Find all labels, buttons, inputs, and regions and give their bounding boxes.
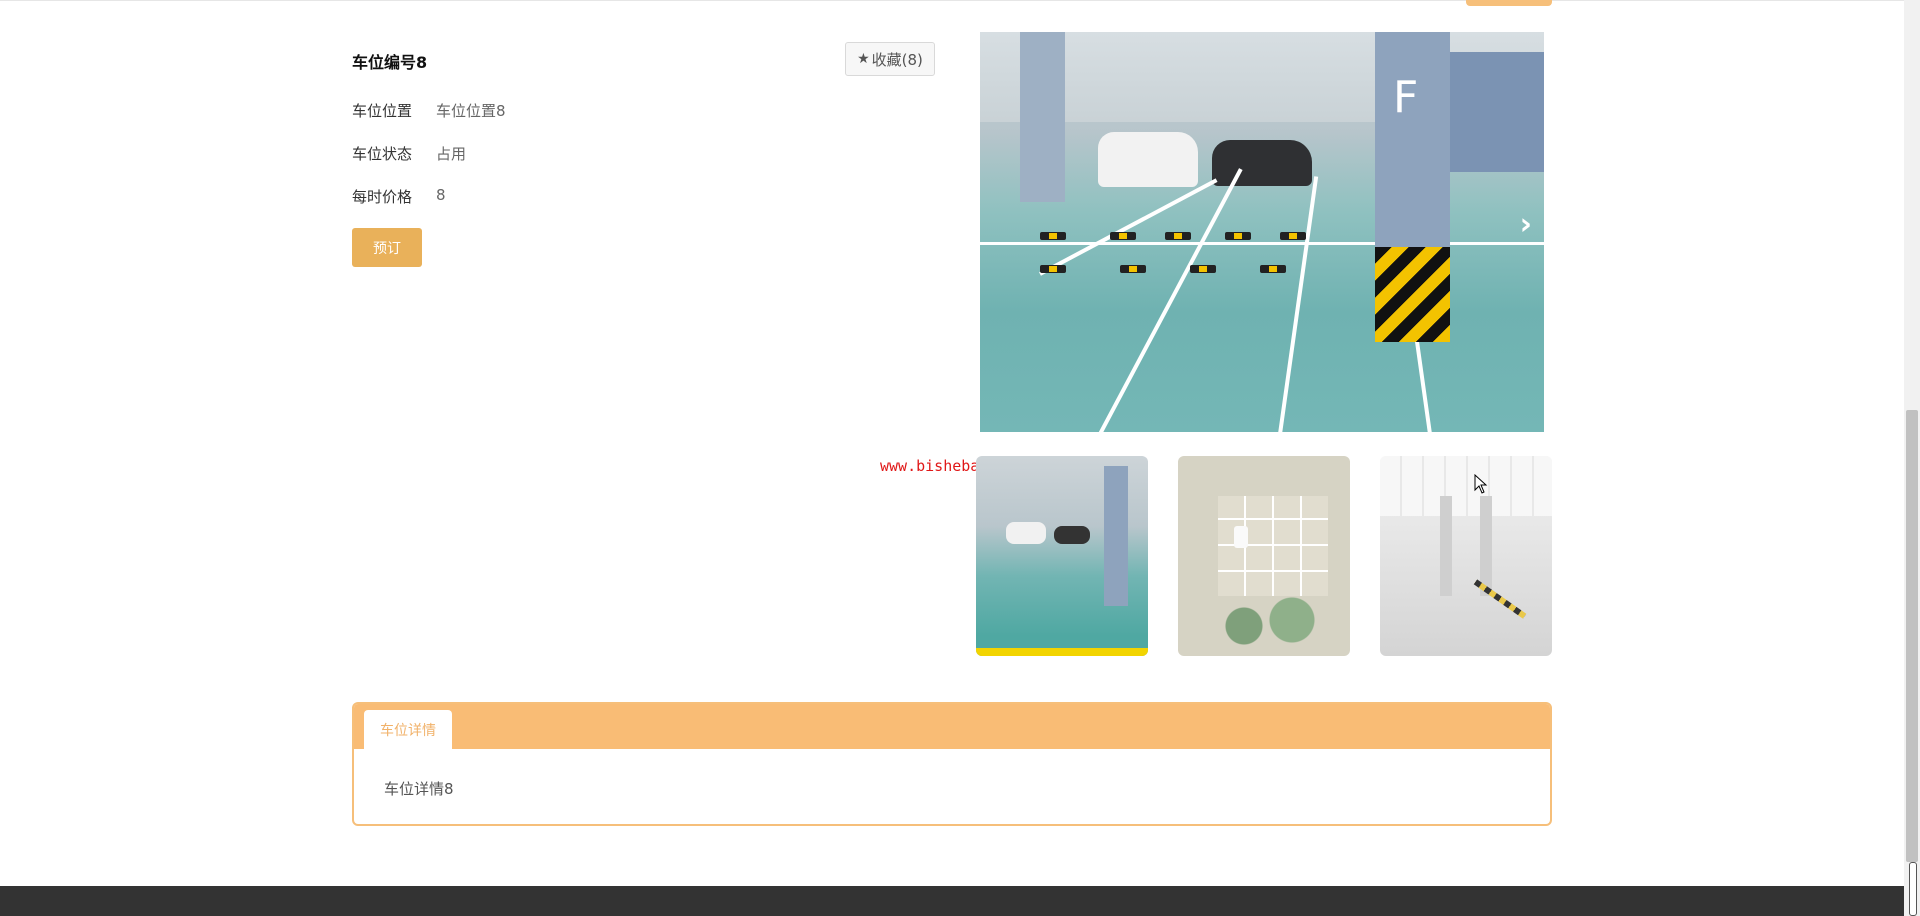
thumb-ceiling	[1380, 456, 1552, 516]
image-pillar	[1020, 32, 1065, 202]
thumb-car	[1006, 522, 1046, 544]
thumb-stoppers	[1473, 579, 1527, 619]
detail-panel: 车位详情 车位详情8	[352, 702, 1552, 826]
image-lane-line	[1098, 168, 1243, 432]
field-value: 车位位置8	[436, 102, 506, 120]
field-label: 每时价格	[352, 188, 413, 206]
mouse-pointer-icon	[1474, 474, 1488, 494]
main-carousel-image[interactable]: F ›	[980, 32, 1544, 432]
scrollbar-thumb[interactable]	[1906, 410, 1918, 862]
thumbnail-3[interactable]	[1380, 456, 1552, 656]
image-hazard-stripes	[1375, 247, 1450, 342]
top-orange-tab[interactable]	[1466, 0, 1552, 6]
field-location: 车位位置 车位位置8	[352, 100, 506, 121]
thumb-active-bar	[976, 648, 1148, 656]
image-wheel-stopper	[1225, 232, 1251, 240]
image-wall	[1450, 52, 1544, 172]
field-label: 车位状态	[352, 145, 413, 163]
image-pillar-f: F	[1375, 32, 1450, 342]
favorite-label: 收藏(8)	[871, 50, 923, 69]
thumb-pillar	[1480, 496, 1492, 596]
detail-tab-bar	[354, 704, 1550, 749]
image-wheel-stopper	[1110, 232, 1136, 240]
thumb-car	[1054, 526, 1090, 544]
tab-detail[interactable]: 车位详情	[364, 710, 452, 749]
image-wheel-stopper	[1040, 265, 1066, 273]
thumb-pillar	[1104, 466, 1128, 606]
field-status: 车位状态 占用	[352, 143, 466, 164]
chevron-right-icon[interactable]: ›	[1520, 207, 1532, 242]
top-divider	[0, 0, 1904, 1]
footer	[0, 886, 1904, 916]
field-value: 占用	[436, 145, 467, 163]
image-car	[1212, 140, 1312, 186]
book-button[interactable]: 预订	[352, 228, 422, 267]
field-price: 每时价格 8	[352, 186, 446, 207]
image-zone-sign: F	[1393, 72, 1419, 123]
detail-content: 车位详情8	[384, 780, 454, 798]
thumbnail-1[interactable]	[976, 456, 1148, 656]
image-car	[1098, 132, 1198, 187]
scroll-cursor-icon	[1909, 862, 1917, 916]
image-wheel-stopper	[1190, 265, 1216, 273]
thumbnail-2[interactable]	[1178, 456, 1350, 656]
image-wheel-stopper	[1260, 265, 1286, 273]
favorite-button[interactable]: ★ 收藏(8)	[845, 42, 935, 76]
field-label: 车位位置	[352, 102, 413, 120]
image-lane-line	[980, 242, 1544, 245]
thumb-pillar	[1440, 496, 1452, 596]
star-icon: ★	[857, 51, 870, 67]
image-lane-line	[1278, 176, 1319, 432]
thumb-trees	[1208, 596, 1328, 656]
page-title: 车位编号8	[352, 53, 428, 72]
image-wheel-stopper	[1165, 232, 1191, 240]
thumb-car	[1234, 526, 1248, 548]
field-value: 8	[436, 186, 446, 204]
image-wheel-stopper	[1280, 232, 1306, 240]
image-wheel-stopper	[1040, 232, 1066, 240]
image-wheel-stopper	[1120, 265, 1146, 273]
